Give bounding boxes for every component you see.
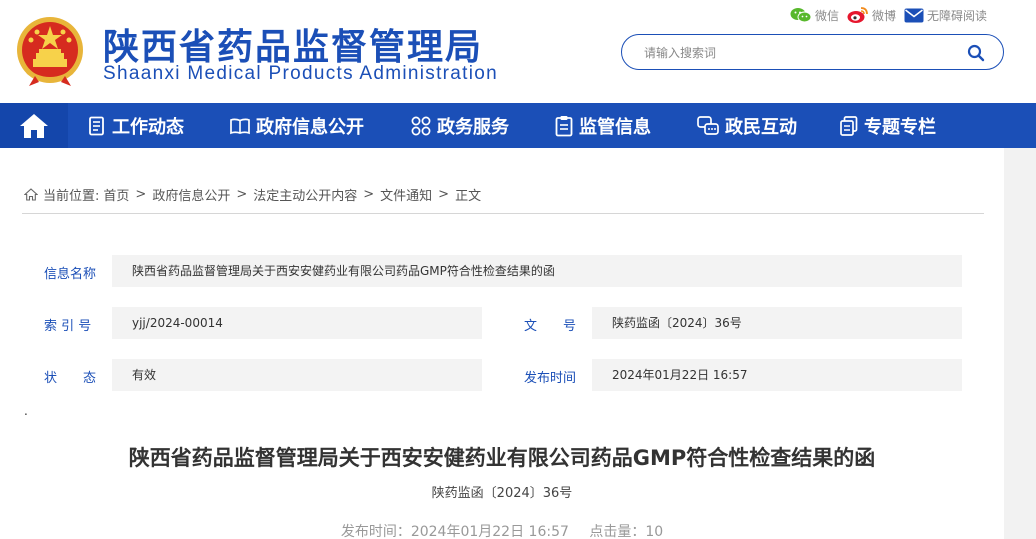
book-icon — [230, 118, 250, 134]
chevron-right-icon: > — [363, 187, 375, 202]
weibo-link[interactable]: 微博 — [847, 6, 896, 24]
chevron-right-icon: > — [236, 187, 248, 202]
wechat-icon — [790, 8, 812, 23]
document-number: 陕药监函〔2024〕36号 — [431, 486, 573, 501]
doc-number-label: 文 号 — [524, 319, 577, 334]
weibo-icon — [847, 7, 868, 23]
content-panel: 当前位置: 首页 > 政府信息公开 > 法定主动公开内容 > 文件通知 > 正文… — [0, 148, 1004, 539]
search-icon[interactable] — [967, 44, 985, 62]
nav-label: 监管信息 — [579, 116, 651, 138]
home-icon — [20, 113, 48, 138]
views-count: 10 — [645, 524, 664, 539]
search-input[interactable] — [644, 43, 944, 63]
nav-label: 政务服务 — [437, 116, 509, 138]
publish-date-value: 2024年01月22日 16:57 — [592, 359, 962, 391]
nav-item-interaction[interactable]: 政民互动 — [697, 103, 797, 148]
accessible-reading-link[interactable]: 无障碍阅读 — [904, 7, 987, 24]
chat-icon — [697, 115, 719, 135]
site-title-en[interactable]: Shaanxi Medical Products Administration — [103, 63, 498, 85]
nav-item-special-topics[interactable]: 专题专栏 — [840, 103, 936, 148]
wechat-label: 微信 — [815, 8, 840, 23]
breadcrumb-statutory[interactable]: 法定主动公开内容 — [253, 185, 357, 204]
doc-number-value: 陕药监函〔2024〕36号 — [592, 307, 962, 339]
document-list-icon — [89, 116, 104, 135]
nav-item-supervision[interactable]: 监管信息 — [555, 103, 651, 148]
nav-label: 工作动态 — [112, 116, 184, 138]
envelope-icon — [904, 8, 924, 22]
status-value: 有效 — [112, 359, 482, 391]
file-copy-icon — [840, 115, 858, 136]
document-views: 点击量：10 — [589, 524, 663, 539]
home-icon — [24, 188, 38, 201]
nav-home[interactable] — [0, 103, 68, 148]
breadcrumb-prefix: 当前位置: — [43, 189, 100, 204]
wechat-link[interactable]: 微信 — [790, 7, 839, 24]
site-header: 陕西省药品监督管理局 Shaanxi Medical Products Admi… — [0, 0, 1036, 103]
nav-item-work-news[interactable]: 工作动态 — [88, 103, 184, 148]
breadcrumb-notices[interactable]: 文件通知 — [380, 185, 432, 204]
weibo-label: 微博 — [872, 8, 897, 23]
publish-date-label: 发布时间 — [524, 371, 577, 386]
national-emblem-icon — [17, 17, 83, 86]
accessible-reading-label: 无障碍阅读 — [927, 8, 988, 23]
index-number-label: 索 引 号 — [44, 319, 92, 334]
grid-icon — [411, 116, 431, 135]
document-title: 陕西省药品监督管理局关于西安安健药业有限公司药品GMP符合性检查结果的函 — [128, 446, 876, 470]
nav-item-gov-info[interactable]: 政府信息公开 — [230, 103, 364, 148]
document-publish-time: 发布时间：2024年01月22日 16:57 — [340, 524, 569, 539]
social-links: 微信 微博 无障碍阅读 — [790, 6, 995, 24]
breadcrumb-home[interactable]: 首页 — [103, 185, 129, 204]
stray-dot: . — [24, 404, 28, 418]
document-info: 发布时间：2024年01月22日 16:57 点击量：10 — [0, 521, 1004, 539]
clipboard-icon — [555, 115, 573, 136]
breadcrumb-gov-info[interactable]: 政府信息公开 — [152, 185, 230, 204]
divider — [22, 213, 984, 214]
nav-item-gov-services[interactable]: 政务服务 — [411, 103, 509, 148]
nav-label: 政府信息公开 — [256, 116, 364, 138]
views-label: 点击量： — [589, 524, 646, 539]
chevron-right-icon: > — [135, 187, 147, 202]
page-margin — [1004, 148, 1036, 539]
chevron-right-icon: > — [438, 187, 450, 202]
main-nav: 工作动态 政府信息公开 政务服务 监管信息 政民互动 专题专栏 — [0, 103, 1036, 148]
info-name-label: 信息名称 — [44, 267, 97, 282]
info-name-value: 陕西省药品监督管理局关于西安安健药业有限公司药品GMP符合性检查结果的函 — [112, 255, 962, 287]
index-number-value: yjj/2024-00014 — [112, 307, 482, 339]
nav-label: 政民互动 — [725, 116, 797, 138]
nav-label: 专题专栏 — [864, 116, 936, 138]
breadcrumb-current: 正文 — [455, 189, 482, 204]
search-bar — [621, 34, 1004, 70]
status-label: 状 态 — [44, 371, 97, 386]
breadcrumb: 当前位置: 首页 > 政府信息公开 > 法定主动公开内容 > 文件通知 > 正文 — [24, 185, 481, 204]
